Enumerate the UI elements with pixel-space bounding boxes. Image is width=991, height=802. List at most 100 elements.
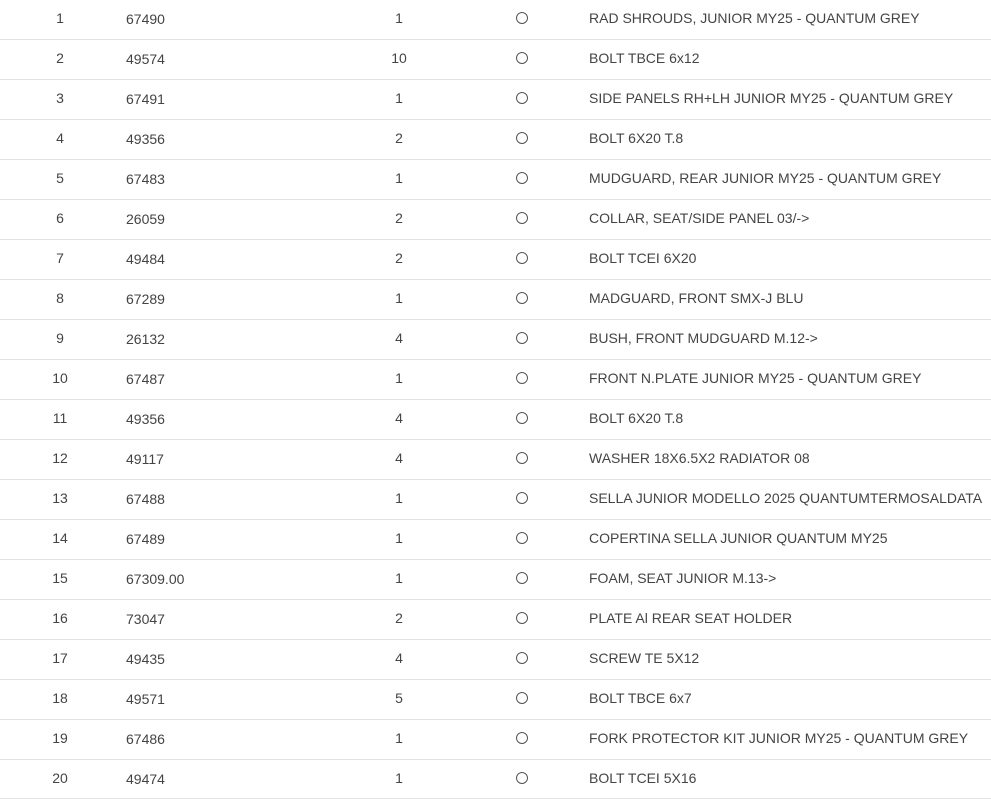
select-radio[interactable]	[516, 692, 528, 704]
quantity: 1	[395, 90, 403, 106]
quantity: 10	[391, 50, 407, 66]
quantity: 4	[395, 450, 403, 466]
table-row: 19 67486 1 FORK PROTECTOR KIT JUNIOR MY25 -…	[0, 720, 991, 760]
parts-table: 1 67490 1 RAD SHROUDS, JUNIOR MY25 - QUANTU…	[0, 0, 991, 799]
part-code: 49356	[126, 131, 165, 147]
position-number: 1	[56, 10, 64, 26]
position-number: 11	[52, 410, 68, 426]
part-code: 67289	[126, 291, 165, 307]
select-radio[interactable]	[516, 652, 528, 664]
part-code: 26059	[126, 211, 165, 227]
part-description: WASHER 18X6.5X2 RADIATOR 08	[589, 450, 810, 466]
quantity: 1	[395, 10, 403, 26]
select-radio[interactable]	[516, 572, 528, 584]
quantity: 2	[395, 250, 403, 266]
position-number: 7	[56, 250, 64, 266]
part-description: MUDGUARD, REAR JUNIOR MY25 - QUANTUM GRE…	[589, 170, 942, 186]
table-row: 10 67487 1 FRONT N.PLATE JUNIOR MY25 - QUAN…	[0, 360, 991, 400]
table-row: 1 67490 1 RAD SHROUDS, JUNIOR MY25 - QUANTU…	[0, 0, 991, 40]
part-code: 67486	[126, 731, 165, 747]
quantity: 1	[395, 730, 403, 746]
select-radio[interactable]	[516, 92, 528, 104]
table-row: 3 67491 1 SIDE PANELS RH+LH JUNIOR MY25 - Q…	[0, 80, 991, 120]
position-number: 16	[52, 610, 68, 626]
position-number: 10	[52, 370, 68, 386]
table-row: 8 67289 1 MADGUARD, FRONT SMX-J BLU	[0, 280, 991, 320]
table-row: 12 49117 4 WASHER 18X6.5X2 RADIATOR 08	[0, 440, 991, 480]
position-number: 9	[56, 330, 64, 346]
select-radio[interactable]	[516, 532, 528, 544]
part-code: 67487	[126, 371, 165, 387]
part-description: SELLA JUNIOR MODELLO 2025 QUANTUMTERMOSA…	[589, 490, 983, 506]
part-description: BOLT TCEI 5X16	[589, 770, 697, 786]
quantity: 1	[395, 570, 403, 586]
part-code: 49484	[126, 251, 165, 267]
quantity: 4	[395, 330, 403, 346]
part-code: 49571	[126, 691, 165, 707]
part-description: COLLAR, SEAT/SIDE PANEL 03/->	[589, 210, 810, 226]
quantity: 1	[395, 290, 403, 306]
position-number: 15	[52, 570, 68, 586]
part-code: 67489	[126, 531, 165, 547]
part-code: 67488	[126, 491, 165, 507]
position-number: 17	[52, 650, 68, 666]
select-radio[interactable]	[516, 452, 528, 464]
select-radio[interactable]	[516, 172, 528, 184]
part-description: MADGUARD, FRONT SMX-J BLU	[589, 290, 804, 306]
position-number: 13	[52, 490, 68, 506]
quantity: 2	[395, 610, 403, 626]
part-code: 49356	[126, 411, 165, 427]
quantity: 1	[395, 370, 403, 386]
part-code: 67483	[126, 171, 165, 187]
part-code: 49435	[126, 651, 165, 667]
quantity: 1	[395, 770, 403, 786]
position-number: 20	[52, 770, 68, 786]
part-description: BOLT TBCE 6x7	[589, 690, 692, 706]
part-description: BUSH, FRONT MUDGUARD M.12->	[589, 330, 818, 346]
part-code: 49117	[126, 451, 164, 467]
quantity: 2	[395, 130, 403, 146]
select-radio[interactable]	[516, 12, 528, 24]
quantity: 1	[395, 530, 403, 546]
part-code: 67491	[126, 91, 165, 107]
quantity: 5	[395, 690, 403, 706]
quantity: 4	[395, 650, 403, 666]
position-number: 4	[56, 130, 64, 146]
table-row: 2 49574 10 BOLT TBCE 6x12	[0, 40, 991, 80]
select-radio[interactable]	[516, 292, 528, 304]
part-description: PLATE Al REAR SEAT HOLDER	[589, 610, 793, 626]
part-description: SCREW TE 5X12	[589, 650, 700, 666]
quantity: 1	[395, 490, 403, 506]
part-code: 67490	[126, 11, 165, 27]
table-row: 5 67483 1 MUDGUARD, REAR JUNIOR MY25 - QUAN…	[0, 160, 991, 200]
select-radio[interactable]	[516, 732, 528, 744]
table-row: 15 67309.00 1 FOAM, SEAT JUNIOR M.13->	[0, 560, 991, 600]
table-row: 17 49435 4 SCREW TE 5X12	[0, 640, 991, 680]
part-description: FOAM, SEAT JUNIOR M.13->	[589, 570, 777, 586]
select-radio[interactable]	[516, 492, 528, 504]
part-description: FRONT N.PLATE JUNIOR MY25 - QUANTUM GREY	[589, 370, 922, 386]
position-number: 8	[56, 290, 64, 306]
part-code: 67309.00	[126, 571, 185, 587]
part-description: BOLT 6X20 T.8	[589, 410, 684, 426]
select-radio[interactable]	[516, 332, 528, 344]
select-radio[interactable]	[516, 132, 528, 144]
select-radio[interactable]	[516, 212, 528, 224]
select-radio[interactable]	[516, 252, 528, 264]
table-row: 16 73047 2 PLATE Al REAR SEAT HOLDER	[0, 600, 991, 640]
position-number: 18	[52, 690, 68, 706]
table-row: 18 49571 5 BOLT TBCE 6x7	[0, 680, 991, 720]
select-radio[interactable]	[516, 412, 528, 424]
part-description: RAD SHROUDS, JUNIOR MY25 - QUANTUM GREY	[589, 10, 920, 26]
table-row: 20 49474 1 BOLT TCEI 5X16	[0, 760, 991, 799]
select-radio[interactable]	[516, 772, 528, 784]
quantity: 4	[395, 410, 403, 426]
part-description: FORK PROTECTOR KIT JUNIOR MY25 - QUANTUM…	[589, 730, 969, 746]
position-number: 12	[52, 450, 68, 466]
select-radio[interactable]	[516, 52, 528, 64]
select-radio[interactable]	[516, 372, 528, 384]
position-number: 19	[52, 730, 68, 746]
position-number: 6	[56, 210, 64, 226]
quantity: 2	[395, 210, 403, 226]
select-radio[interactable]	[516, 612, 528, 624]
